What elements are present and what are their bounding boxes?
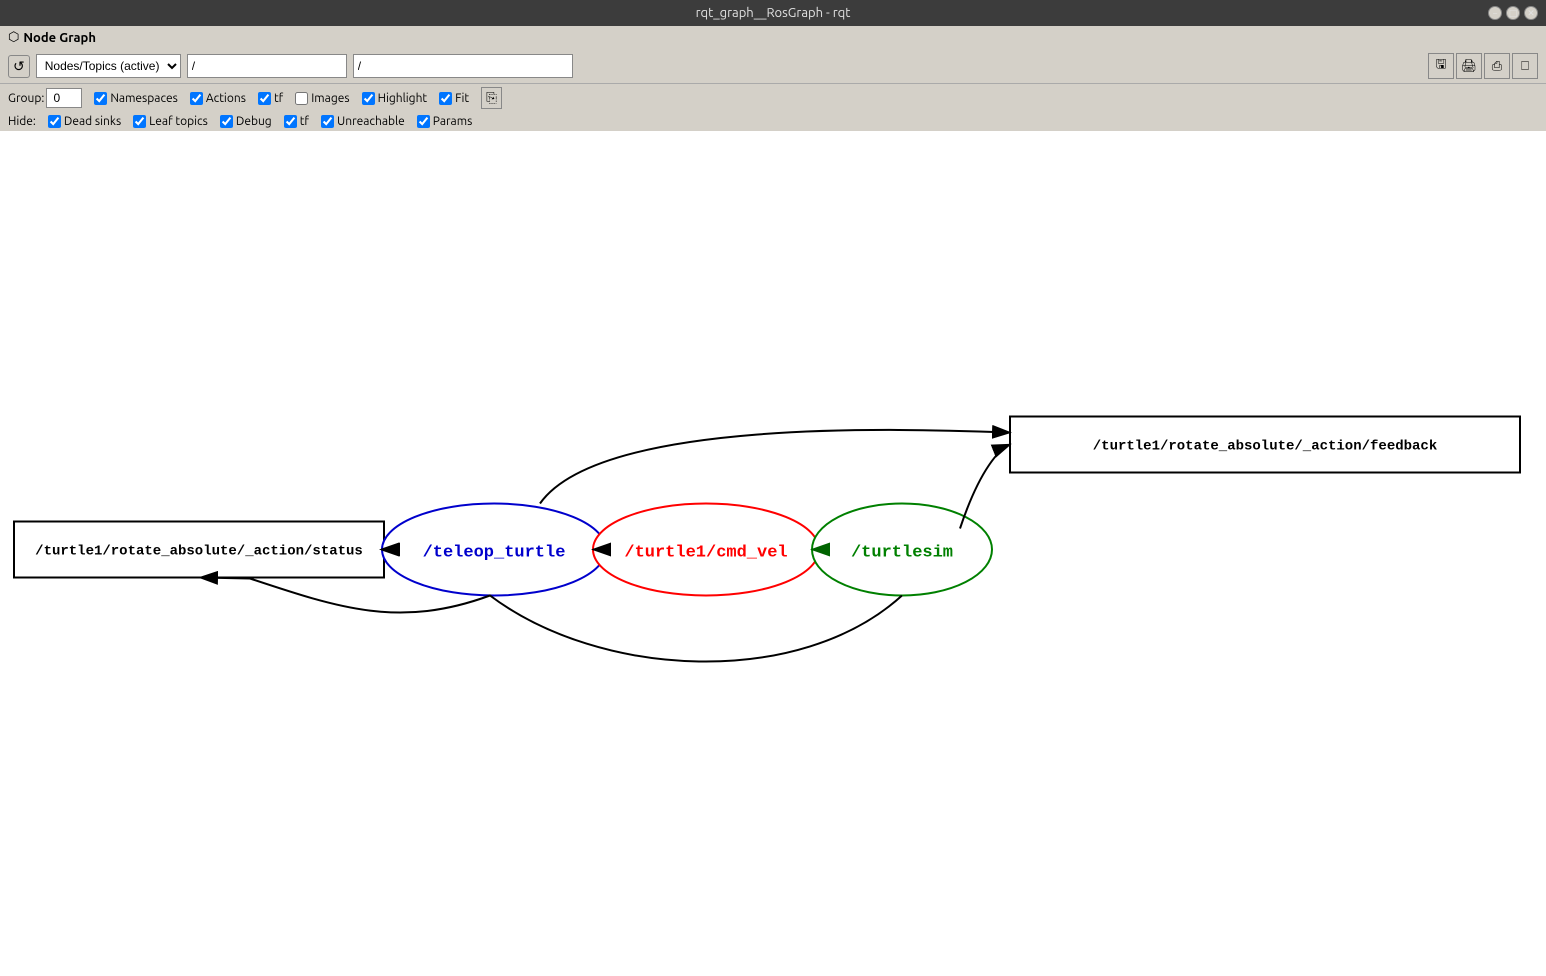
options-row2: Hide: Dead sinks Leaf topics Debug tf Un… — [0, 112, 1546, 131]
options-row1: Group: Namespaces Actions tf Images High… — [0, 84, 1546, 112]
params-label: Params — [433, 115, 473, 128]
tf-hide-checkbox[interactable] — [284, 115, 297, 128]
tf-hide-label: tf — [300, 115, 309, 128]
params-option[interactable]: Params — [417, 115, 473, 128]
dead-sinks-label: Dead sinks — [64, 115, 121, 128]
refresh-button[interactable]: ↺ — [8, 55, 30, 78]
dead-sinks-checkbox[interactable] — [48, 115, 61, 128]
toolbar: ↺ Nodes/Topics (active) Nodes only Nodes… — [0, 49, 1546, 84]
actions-checkbox[interactable] — [190, 92, 203, 105]
canvas-area[interactable]: /turtle1/rotate_absolute/_action/status … — [0, 131, 1546, 976]
toolbar-right-buttons: 🖫 🖨 ⎙ ⎕ — [1428, 53, 1538, 79]
tf-hide-option[interactable]: tf — [284, 115, 309, 128]
export-button[interactable]: ⎙ — [1484, 53, 1510, 79]
graph-svg: /turtle1/rotate_absolute/_action/status … — [0, 131, 1546, 976]
cmdvel-label: /turtle1/cmd_vel — [624, 544, 787, 563]
images-checkbox[interactable] — [295, 92, 308, 105]
namespaces-label: Namespaces — [110, 92, 178, 105]
panel-title-text: Node Graph — [23, 31, 96, 45]
print-button[interactable]: 🖨 — [1456, 53, 1482, 79]
fit-checkbox[interactable] — [439, 92, 452, 105]
unreachable-option[interactable]: Unreachable — [321, 115, 405, 128]
debug-label: Debug — [236, 115, 272, 128]
layout-button[interactable]: ⎕ — [1512, 53, 1538, 79]
highlight-label: Highlight — [378, 92, 428, 105]
unreachable-checkbox[interactable] — [321, 115, 334, 128]
tf-checkbox[interactable] — [258, 92, 271, 105]
window-title: rqt_graph__RosGraph - rqt — [696, 6, 851, 20]
fit-option[interactable]: Fit — [439, 92, 469, 105]
group-spinner: Group: — [8, 88, 82, 108]
panel-title: ⬡ Node Graph — [0, 26, 1546, 49]
turtlesim-label: /turtlesim — [851, 544, 953, 563]
namespaces-option[interactable]: Namespaces — [94, 92, 178, 105]
leaf-topics-checkbox[interactable] — [133, 115, 146, 128]
hide-label: Hide: — [8, 115, 36, 128]
minimize-button[interactable]: − — [1488, 6, 1502, 20]
unreachable-label: Unreachable — [337, 115, 405, 128]
view-mode-dropdown[interactable]: Nodes/Topics (active) Nodes only Nodes/T… — [36, 54, 181, 78]
title-bar: rqt_graph__RosGraph - rqt − □ ✕ — [0, 0, 1546, 26]
edge-turtlesim-feedback — [960, 445, 1010, 529]
title-bar-buttons[interactable]: − □ ✕ — [1488, 6, 1538, 20]
feedback-label: /turtle1/rotate_absolute/_action/feedbac… — [1093, 439, 1437, 455]
actions-option[interactable]: Actions — [190, 92, 246, 105]
highlight-checkbox[interactable] — [362, 92, 375, 105]
images-label: Images — [311, 92, 349, 105]
tf-option[interactable]: tf — [258, 92, 283, 105]
save-button[interactable]: 🖫 — [1428, 53, 1454, 79]
namespaces-checkbox[interactable] — [94, 92, 107, 105]
filter1-input[interactable] — [187, 54, 347, 78]
images-option[interactable]: Images — [295, 92, 349, 105]
edge-teleop-feedback — [540, 430, 1010, 504]
close-button[interactable]: ✕ — [1524, 6, 1538, 20]
group-label: Group: — [8, 92, 44, 105]
fit-label: Fit — [455, 92, 469, 105]
leaf-topics-label: Leaf topics — [149, 115, 208, 128]
params-checkbox[interactable] — [417, 115, 430, 128]
status-label: /turtle1/rotate_absolute/_action/status — [35, 544, 363, 560]
filter2-input[interactable] — [353, 54, 573, 78]
actions-label: Actions — [206, 92, 246, 105]
restore-button[interactable]: □ — [1506, 6, 1520, 20]
debug-option[interactable]: Debug — [220, 115, 272, 128]
group-input[interactable] — [46, 88, 82, 108]
debug-checkbox[interactable] — [220, 115, 233, 128]
highlight-option[interactable]: Highlight — [362, 92, 428, 105]
panel-icon: ⬡ — [8, 30, 19, 45]
teleop-label: /teleop_turtle — [423, 544, 566, 563]
dead-sinks-option[interactable]: Dead sinks — [48, 115, 121, 128]
leaf-topics-option[interactable]: Leaf topics — [133, 115, 208, 128]
copy-button[interactable]: ⎘ — [481, 87, 502, 109]
tf-label: tf — [274, 92, 283, 105]
